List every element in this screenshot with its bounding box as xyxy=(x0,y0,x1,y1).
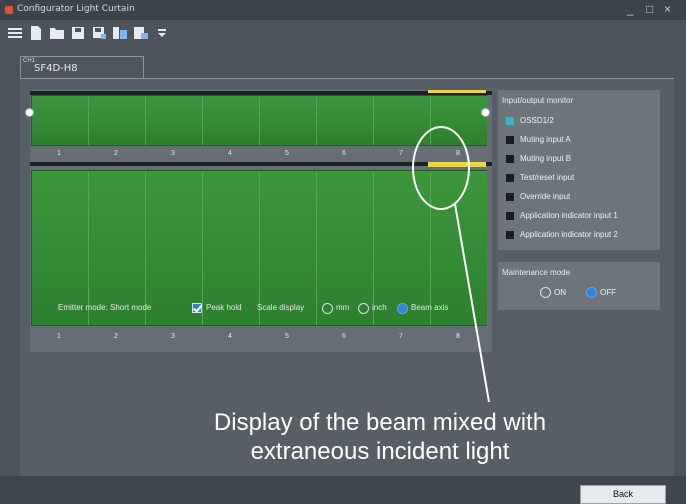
annotation-line-1: Display of the beam mixed with xyxy=(213,409,547,436)
back-button[interactable]: Back xyxy=(580,485,666,504)
app-window: Configurator Light Curtain _ □ × CH1 SF4… xyxy=(0,0,686,504)
annotation-line-2: extraneous incident light xyxy=(250,438,510,465)
annotation-caption: Display of the beam mixed with extraneou… xyxy=(150,408,610,466)
